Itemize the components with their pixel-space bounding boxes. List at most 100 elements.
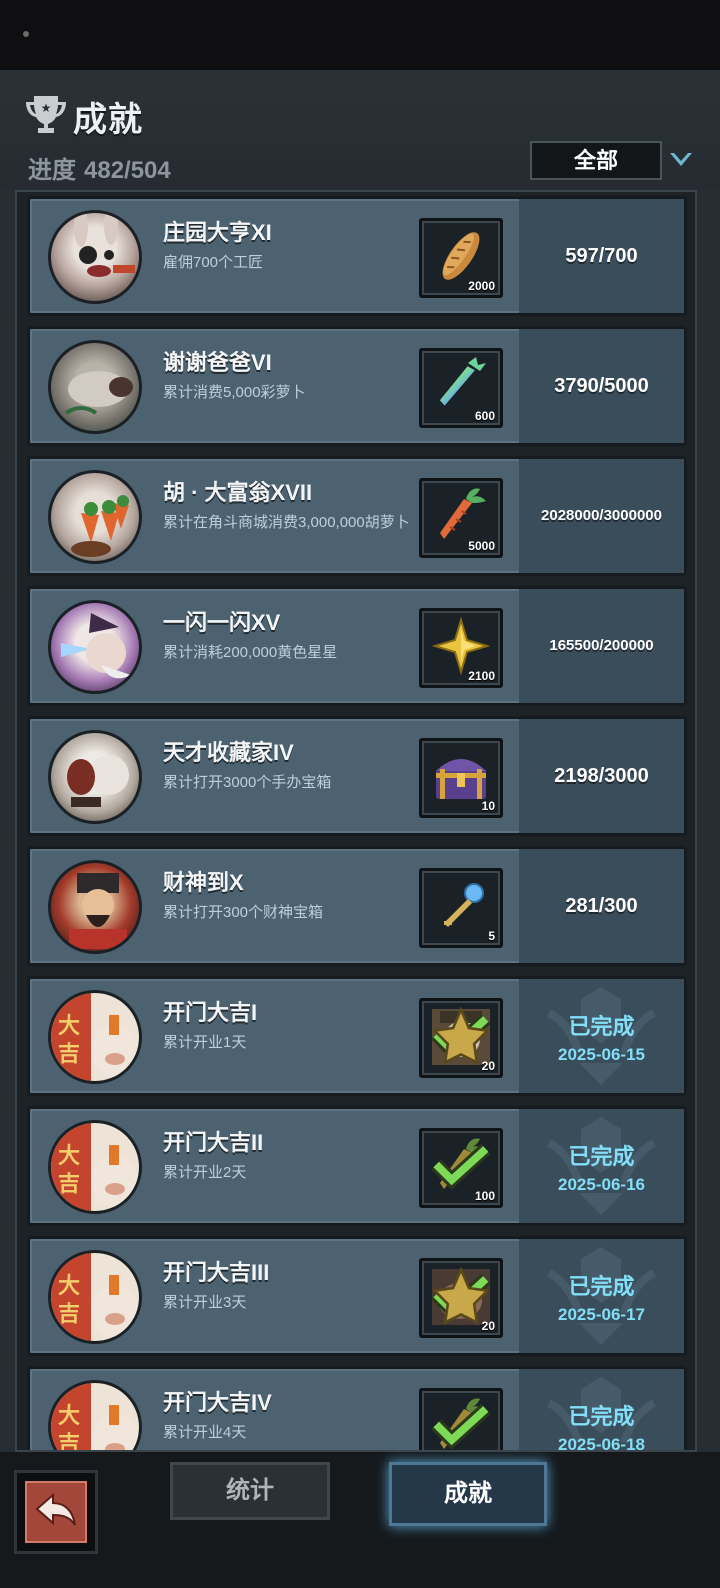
carrot-icon (440, 488, 486, 539)
chevron-down-icon[interactable] (668, 150, 694, 170)
achievement-name: 天才收藏家IV (163, 740, 294, 765)
reward-slot[interactable] (419, 1388, 503, 1450)
svg-text:吉: 吉 (58, 1431, 80, 1452)
achievement-name: 财神到X (163, 870, 244, 895)
achievement-desc: 雇佣700个工匠 (163, 254, 264, 271)
achievement-desc: 累计开业2天 (163, 1164, 247, 1181)
achievement-card[interactable]: 一闪一闪XV 累计消耗200,000黄色星星 2100 165500/20000… (27, 586, 687, 706)
achievement-desc: 累计开业3天 (163, 1294, 247, 1311)
star-badge-icon (431, 1007, 491, 1065)
reward-quantity: 2100 (468, 669, 495, 683)
achievement-card[interactable]: 庄园大亨XI 雇佣700个工匠 2000 597/700 (27, 196, 687, 316)
status-dot (23, 31, 29, 37)
reward-quantity: 20 (481, 1059, 495, 1073)
status-label: 已完成 (568, 1404, 635, 1429)
star-badge-icon (431, 1267, 491, 1325)
progress-summary: 进度 482/504 (28, 150, 171, 185)
achievement-list[interactable]: 庄园大亨XI 雇佣700个工匠 2000 597/700 谢谢爸爸VI 累计消费… (15, 190, 697, 1452)
svg-text:大: 大 (58, 1144, 80, 1169)
collector-avatar (48, 730, 142, 824)
achievement-name: 开门大吉IV (163, 1390, 272, 1415)
achievement-card[interactable]: 胡 · 大富翁XVII 累计在角斗商城消费3,000,000胡萝卜 5000 2… (27, 456, 687, 576)
progress-label: 进度 (28, 157, 76, 184)
pig-avatar (48, 340, 142, 434)
reward-slot[interactable]: 5 (419, 868, 503, 948)
completed-panel: 已完成 2025-06-16 (519, 1109, 684, 1223)
achievement-desc: 累计打开300个财神宝箱 (163, 904, 324, 921)
rabbit-carrots-avatar (48, 470, 142, 564)
page-title: 成就 (73, 101, 143, 139)
bottom-bar (0, 1452, 720, 1588)
achievement-progress: 597/700 (565, 245, 638, 267)
reward-quantity: 600 (474, 409, 495, 423)
achievement-card[interactable]: 大吉 开门大吉IV 累计开业4天 已完成 2025-06-18 (27, 1366, 687, 1452)
reward-quantity: 2000 (468, 279, 495, 293)
achievement-progress: 3790/5000 (554, 375, 649, 397)
achievement-name: 谢谢爸爸VI (163, 350, 272, 375)
achievement-desc: 累计消耗200,000黄色星星 (163, 644, 338, 661)
completion-date: 2025-06-18 (558, 1435, 645, 1452)
reward-slot[interactable]: 600 (419, 348, 503, 428)
svg-text:吉: 吉 (58, 1301, 80, 1327)
achievement-name: 胡 · 大富翁XVII (163, 480, 313, 505)
back-button-face[interactable] (25, 1481, 87, 1543)
reward-slot[interactable]: 20 (419, 1258, 503, 1338)
achievement-desc: 累计打开3000个手办宝箱 (163, 774, 332, 791)
achievement-name: 庄园大亨XI (163, 220, 272, 245)
achievement-name: 一闪一闪XV (163, 610, 281, 635)
achievement-card[interactable]: 谢谢爸爸VI 累计消费5,000彩萝卜 600 3790/5000 (27, 326, 687, 446)
svg-text:大: 大 (58, 1014, 80, 1039)
reward-quantity: 5 (488, 929, 495, 943)
check-icon (431, 1143, 491, 1190)
achievement-card[interactable]: 大吉 开门大吉I 累计开业1天 20 已完成 2025-06-15 (27, 976, 687, 1096)
svg-text:大: 大 (58, 1274, 80, 1299)
treasure-chest-icon (436, 759, 486, 799)
reward-slot[interactable]: 10 (419, 738, 503, 818)
rabbit-avatar (48, 210, 142, 304)
svg-text:吉: 吉 (58, 1171, 80, 1197)
reward-slot[interactable]: 2000 (419, 218, 503, 298)
achievement-name: 开门大吉II (163, 1130, 264, 1155)
filter-dropdown[interactable]: 全部 (530, 141, 662, 180)
daji-avatar: 大吉 (48, 1250, 142, 1344)
reward-quantity: 20 (481, 1319, 495, 1333)
back-arrow-icon (35, 1492, 76, 1526)
achievement-progress: 2198/3000 (554, 765, 649, 787)
achievement-progress: 165500/200000 (549, 637, 654, 654)
reward-slot[interactable]: 5000 (419, 478, 503, 558)
reward-quantity: 5000 (468, 539, 495, 553)
daji-avatar: 大吉 (48, 1120, 142, 1214)
svg-text:吉: 吉 (58, 1041, 80, 1067)
achievement-card[interactable]: 天才收藏家IV 累计打开3000个手办宝箱 10 2198/3000 (27, 716, 687, 836)
back-button[interactable] (14, 1470, 98, 1554)
tab-achievements[interactable]: 成就 (389, 1462, 547, 1526)
completion-date: 2025-06-17 (558, 1305, 645, 1324)
svg-text:★: ★ (41, 101, 52, 115)
progress-value: 482/504 (84, 157, 171, 184)
progress-panel: 2028000/3000000 (519, 459, 684, 573)
achievement-card[interactable]: 大吉 开门大吉III 累计开业3天 20 已完成 2025-06-17 (27, 1236, 687, 1356)
achievement-progress: 2028000/3000000 (541, 507, 662, 524)
reward-slot[interactable]: 2100 (419, 608, 503, 688)
progress-panel: 2198/3000 (519, 719, 684, 833)
reward-quantity: 10 (481, 799, 495, 813)
reward-quantity: 100 (474, 1189, 495, 1203)
completion-date: 2025-06-16 (558, 1175, 645, 1194)
rainbow-carrot-icon (439, 357, 486, 406)
tab-stats[interactable]: 统计 (170, 1462, 330, 1520)
status-label: 已完成 (568, 1144, 635, 1169)
daji-avatar: 大吉 (48, 990, 142, 1084)
completed-panel: 已完成 2025-06-17 (519, 1239, 684, 1353)
achievement-desc: 累计开业4天 (163, 1424, 247, 1441)
achievement-desc: 累计开业1天 (163, 1034, 247, 1051)
achievement-card[interactable]: 大吉 开门大吉II 累计开业2天 100 已完成 2025-06-16 (27, 1106, 687, 1226)
status-bar (0, 0, 720, 70)
wizard-avatar (48, 600, 142, 694)
progress-panel: 281/300 (519, 849, 684, 963)
achievement-card[interactable]: 财神到X 累计打开300个财神宝箱 5 281/300 (27, 846, 687, 966)
blue-key-icon (444, 883, 484, 927)
reward-slot[interactable]: 100 (419, 1128, 503, 1208)
status-label: 已完成 (568, 1014, 635, 1039)
progress-panel: 165500/200000 (519, 589, 684, 703)
reward-slot[interactable]: 20 (419, 998, 503, 1078)
